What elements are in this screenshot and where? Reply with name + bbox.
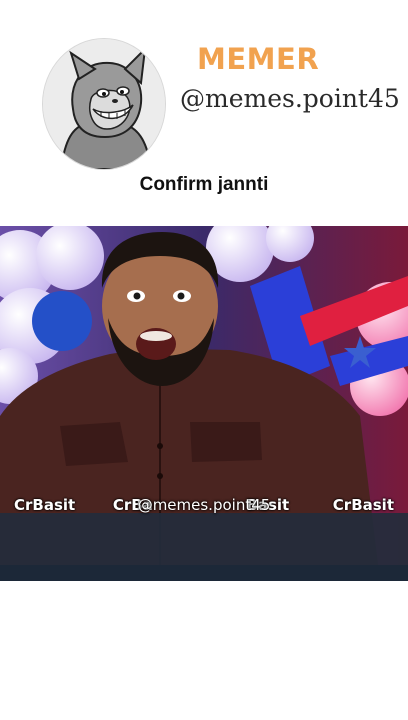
- meme-caption: Confirm jannti: [139, 174, 269, 195]
- channel-handle: @memes.point45: [180, 84, 400, 113]
- video-frame[interactable]: CrBasit CrBa Basit CrBasit @memes.point4…: [0, 226, 408, 581]
- avatar: [42, 38, 166, 170]
- cartoon-cat-avatar-icon: [43, 39, 165, 169]
- channel-brand: MEMER: [197, 42, 320, 76]
- lower-third-bar: [0, 513, 408, 565]
- bottom-strip: [0, 565, 408, 581]
- center-watermark: @memes.point45: [137, 496, 271, 514]
